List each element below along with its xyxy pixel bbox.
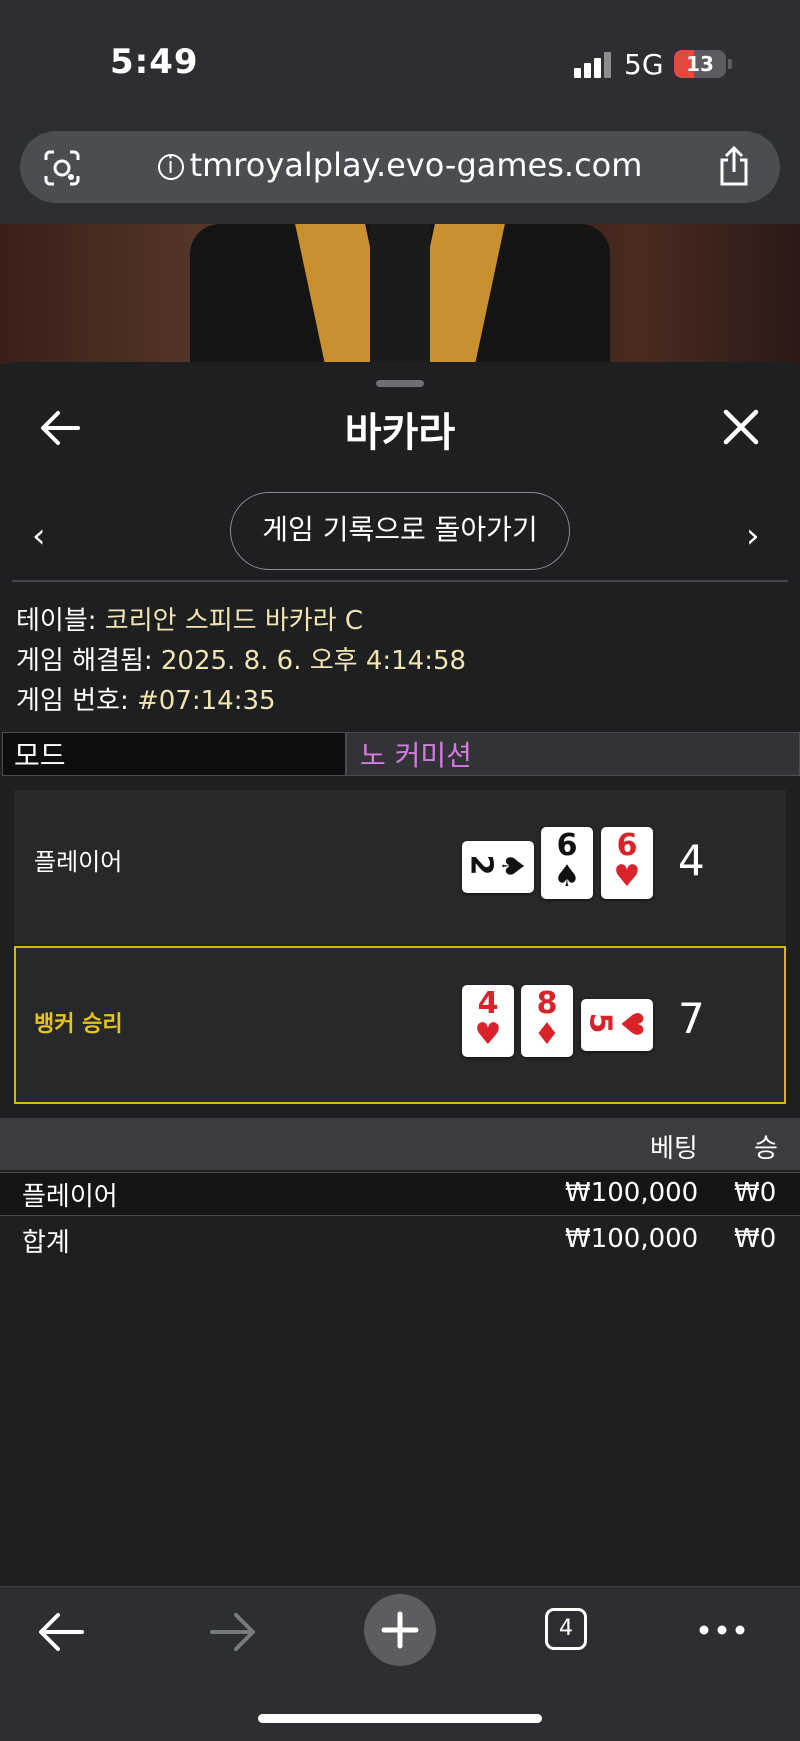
card-rank: 5 [582, 1012, 618, 1034]
card-rank: 4 [477, 986, 499, 1021]
banker-score: 7 [678, 994, 705, 1043]
tab-switcher-button[interactable]: 4 [545, 1608, 587, 1650]
playing-card: 2 ♠ [462, 841, 534, 893]
total-win-amount: ₩0 [734, 1224, 777, 1254]
card-suit: ♥ [613, 859, 641, 894]
drag-handle[interactable] [376, 380, 424, 387]
lens-icon[interactable] [42, 148, 82, 188]
browser-back-icon[interactable] [38, 1610, 86, 1654]
network-type: 5G [624, 48, 664, 81]
prev-game-chevron-icon[interactable]: ‹ [32, 516, 46, 556]
game-number-value: #07:14:35 [136, 686, 276, 716]
bet-column-header: 베팅 [650, 1134, 698, 1164]
battery-icon: 13 [674, 50, 726, 78]
player-hand-label: 플레이어 [34, 848, 123, 876]
total-bet-amount: ₩100,000 [565, 1224, 699, 1254]
new-tab-button[interactable] [364, 1594, 436, 1666]
game-number-label: 게임 번호: [16, 686, 137, 716]
info-icon: i [157, 154, 184, 180]
card-suit: ♥ [474, 1017, 502, 1052]
signal-icon [574, 52, 612, 78]
card-rank: 2 [463, 854, 499, 876]
card-rank: 6 [556, 828, 578, 863]
table-info: 테이블: 코리안 스피드 바카라 C [16, 600, 363, 637]
game-number-info: 게임 번호: #07:14:35 [16, 680, 276, 717]
playing-card: 6 ♠ [541, 827, 593, 899]
win-amount: ₩0 [734, 1178, 777, 1208]
next-game-chevron-icon[interactable]: › [746, 516, 760, 556]
playing-card: 4 ♥ [462, 985, 514, 1057]
url-label: tmroyalplay.evo-games.com [189, 146, 643, 184]
close-icon[interactable] [722, 408, 760, 446]
win-column-header: 승 [754, 1134, 778, 1164]
card-rank: 6 [616, 828, 638, 863]
table-info-label: 테이블: [16, 606, 105, 636]
bet-name: 플레이어 [22, 1182, 118, 1212]
player-score: 4 [678, 836, 705, 885]
banker-hand-label: 뱅커 승리 [34, 1012, 123, 1037]
card-suit: ♥ [613, 1010, 649, 1038]
playing-card: 6 ♥ [601, 827, 653, 899]
mode-label: 모드 [14, 739, 66, 772]
panel-title: 바카라 [344, 410, 456, 456]
card-suit: ♠ [553, 859, 581, 894]
banker-hand-row [14, 946, 786, 1104]
plus-icon [381, 1611, 419, 1649]
share-icon[interactable] [716, 146, 752, 188]
card-suit: ♠ [494, 852, 530, 880]
player-hand-row [14, 790, 786, 944]
mode-value: 노 커미션 [360, 739, 472, 772]
card-suit: ♦ [533, 1017, 561, 1052]
playing-card: 8 ♦ [521, 985, 573, 1057]
live-video [0, 224, 800, 364]
url-text[interactable]: i tmroyalplay.evo-games.com [150, 146, 650, 184]
battery-tip [728, 59, 732, 69]
playing-card: 5 ♥ [581, 999, 653, 1051]
bet-amount: ₩100,000 [565, 1178, 699, 1208]
card-rank: 8 [536, 986, 558, 1021]
home-indicator[interactable] [258, 1714, 542, 1723]
back-arrow-icon[interactable] [40, 410, 80, 446]
resolved-info-label: 게임 해결됨: [16, 646, 161, 676]
dealer-shirt [370, 224, 430, 364]
return-to-history-button[interactable]: 게임 기록으로 돌아가기 [230, 492, 570, 570]
battery-level: 13 [686, 52, 714, 76]
resolved-info: 게임 해결됨: 2025. 8. 6. 오후 4:14:58 [16, 640, 466, 677]
resolved-info-value: 2025. 8. 6. 오후 4:14:58 [160, 646, 467, 676]
divider [12, 580, 788, 582]
total-label: 합계 [22, 1228, 70, 1258]
status-time: 5:49 [110, 42, 199, 82]
browser-forward-icon[interactable] [208, 1610, 256, 1654]
more-icon[interactable] [698, 1622, 746, 1638]
table-info-value: 코리안 스피드 바카라 C [104, 606, 364, 636]
